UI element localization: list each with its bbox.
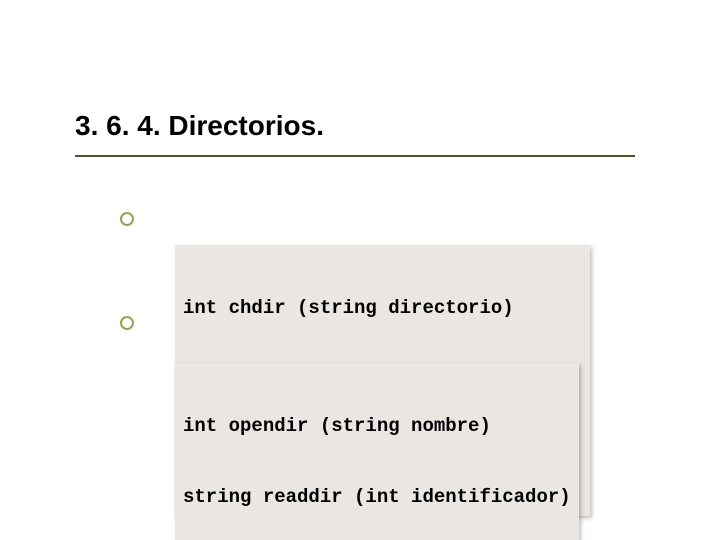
code-line: int chdir (string directorio) [183, 297, 582, 321]
code-block-2: int opendir (string nombre) string readd… [175, 363, 579, 540]
code-line: string readdir (int identificador) [183, 486, 571, 510]
slide: 3. 6. 4. Directorios. int chdir (string … [0, 0, 720, 540]
title-underline [75, 155, 635, 157]
slide-title: 3. 6. 4. Directorios. [75, 110, 324, 142]
bullet-icon [120, 212, 134, 226]
code-line: int opendir (string nombre) [183, 415, 571, 439]
bullet-icon [120, 316, 134, 330]
